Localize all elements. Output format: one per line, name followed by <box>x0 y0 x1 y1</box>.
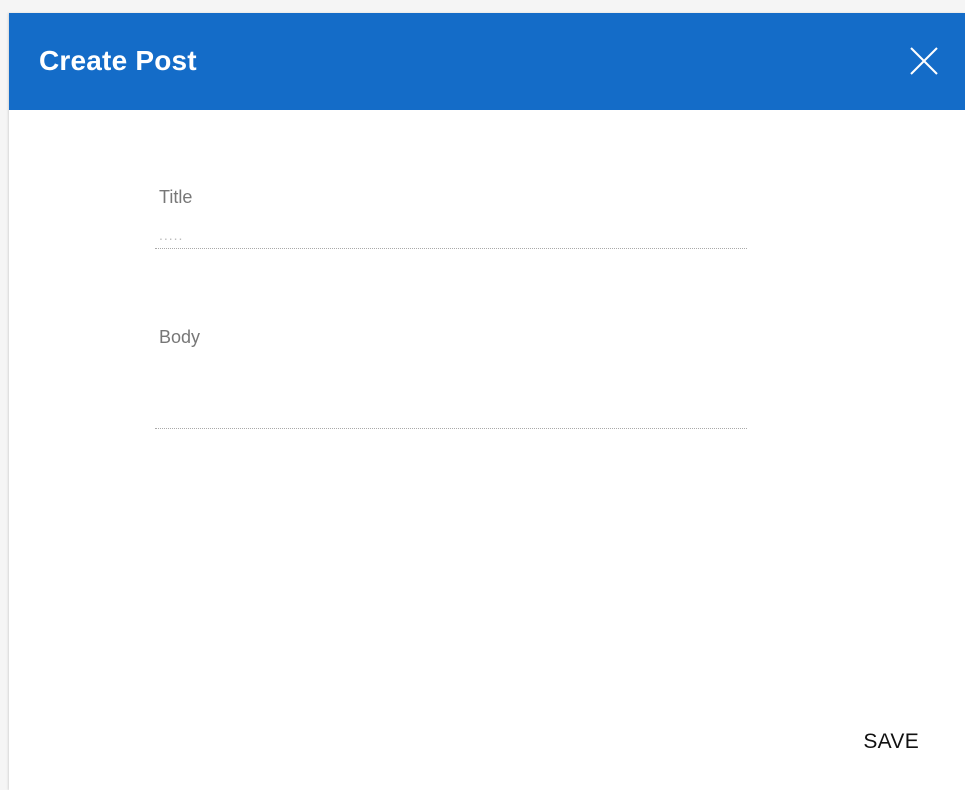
title-input[interactable] <box>155 222 747 249</box>
create-post-dialog: Create Post Title Body SAVE <box>9 13 965 790</box>
dialog-title: Create Post <box>39 45 197 76</box>
close-button[interactable] <box>908 45 940 77</box>
body-label: Body <box>159 327 201 347</box>
body-input[interactable] <box>155 358 747 429</box>
close-icon <box>910 47 938 75</box>
title-field: Title <box>155 184 747 250</box>
body-field: Body <box>155 322 747 432</box>
dialog-header: Create Post <box>9 13 965 110</box>
save-button[interactable]: SAVE <box>863 730 919 754</box>
title-label: Title <box>159 187 193 207</box>
